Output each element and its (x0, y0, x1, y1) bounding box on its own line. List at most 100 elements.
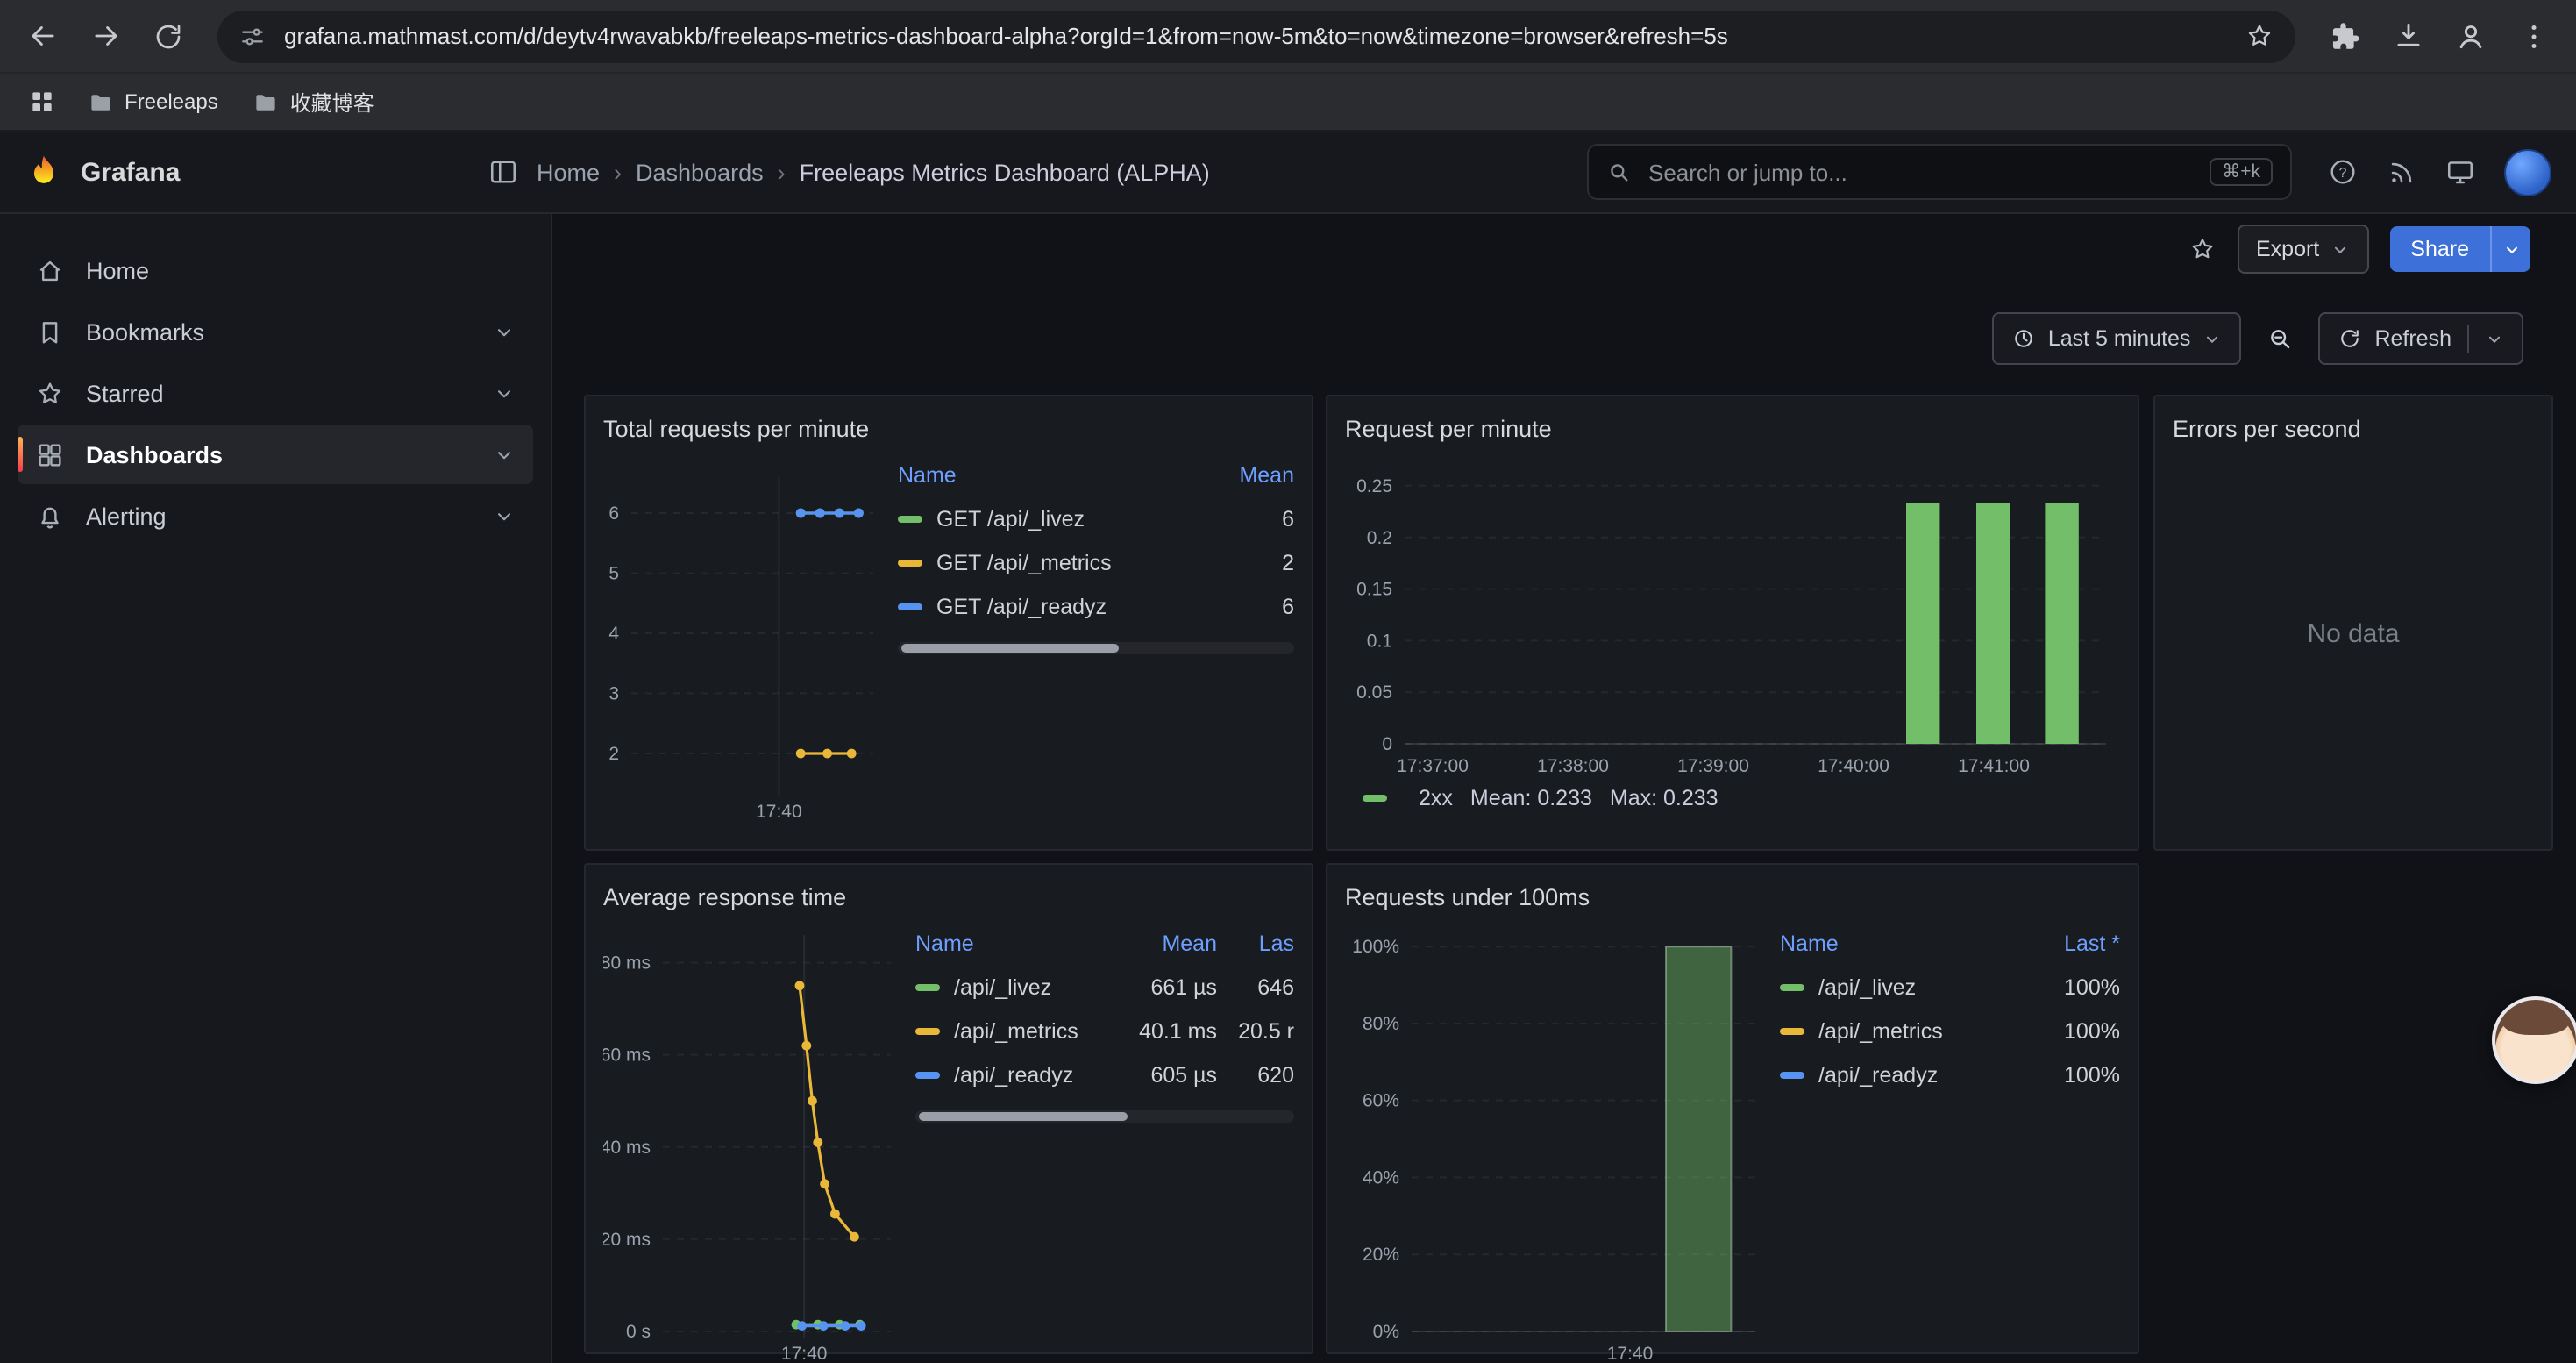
time-controls: Last 5 minutes Refresh (1992, 312, 2523, 365)
sidebar-item-dashboards[interactable]: Dashboards (18, 425, 533, 484)
search-box[interactable]: ⌘+k (1587, 144, 2292, 200)
panel-avg-response-time: Average response time 80 ms60 ms40 ms20 … (584, 863, 1313, 1354)
sidebar-item-bookmarks[interactable]: Bookmarks (18, 302, 533, 361)
legend-header[interactable]: Last * (2015, 931, 2120, 955)
breadcrumb-dashboards[interactable]: Dashboards (614, 159, 764, 185)
favorite-dashboard-button[interactable] (2188, 235, 2216, 263)
panel-title[interactable]: Average response time (603, 875, 1294, 917)
y-tick-label: 0.25 (1356, 476, 1392, 496)
series-name[interactable]: /api/_readyz (1818, 1062, 1938, 1087)
url-input[interactable] (281, 21, 2231, 51)
share-label[interactable]: Share (2389, 226, 2490, 272)
zoom-out-button[interactable] (2255, 314, 2304, 363)
sidebar-item-alerting[interactable]: Alerting (18, 486, 533, 546)
refresh-control[interactable]: Refresh (2318, 312, 2523, 365)
series-point (813, 1138, 822, 1147)
legend-header[interactable]: Name (898, 462, 1182, 487)
browser-menu-button[interactable] (2506, 8, 2562, 64)
help-button[interactable]: ? (2327, 156, 2359, 188)
downloads-button[interactable] (2380, 8, 2436, 64)
search-input[interactable] (1645, 157, 2195, 187)
series-name[interactable]: GET /api/_livez (936, 506, 1085, 531)
rss-icon (2387, 157, 2416, 187)
y-tick-label: 80 ms (603, 953, 651, 974)
chevron-down-icon[interactable] (493, 382, 516, 404)
legend-row: GET /api/_readyz6 (898, 584, 1294, 628)
legend-header[interactable]: Mean (1189, 462, 1294, 487)
x-tick-label: 17:40:00 (1818, 756, 1889, 776)
total-requests-chart[interactable]: 6543217:40 (603, 449, 884, 828)
legend-header[interactable]: Las (1224, 931, 1294, 955)
site-settings-icon[interactable] (238, 22, 267, 50)
series-color-dash (1780, 1071, 1804, 1078)
legend-inline: 2xx Mean: 0.233 Max: 0.233 (1345, 786, 2120, 810)
chevron-down-icon[interactable] (2485, 329, 2504, 348)
series-name[interactable]: /api/_livez (954, 974, 1051, 999)
requests-per-minute-chart[interactable]: 0.250.20.150.10.05017:37:0017:38:0017:39… (1345, 449, 2117, 782)
series-color-dash (1780, 1027, 1804, 1034)
panel-title[interactable]: Errors per second (2173, 407, 2534, 449)
legend-header[interactable]: Name (915, 931, 1112, 955)
legend-table: NameLast */api/_livez100%/api/_metrics10… (1780, 917, 2120, 1363)
bar (2045, 503, 2078, 744)
series-name[interactable]: GET /api/_readyz (936, 594, 1107, 618)
y-tick-label: 3 (608, 683, 619, 703)
series-color-dash (898, 559, 922, 566)
series-name[interactable]: /api/_metrics (1818, 1018, 1943, 1043)
browser-profile-button[interactable] (2443, 8, 2499, 64)
legend-scrollbar[interactable] (915, 1110, 1294, 1123)
series-name[interactable]: /api/_readyz (954, 1062, 1073, 1087)
panel-title[interactable]: Request per minute (1345, 407, 2120, 449)
url-bar[interactable] (217, 10, 2295, 62)
y-tick-label: 4 (608, 624, 619, 644)
export-button[interactable]: Export (2237, 225, 2368, 274)
bookmark-item-blogs[interactable]: 收藏博客 (239, 82, 388, 122)
panel-title[interactable]: Requests under 100ms (1345, 875, 2120, 917)
series-name[interactable]: /api/_livez (1818, 974, 1916, 999)
chevron-down-icon[interactable] (493, 320, 516, 343)
apps-grid-button[interactable] (18, 79, 67, 125)
sidebar-item-home[interactable]: Home (18, 240, 533, 300)
news-button[interactable] (2387, 157, 2416, 187)
series-name[interactable]: 2xx (1419, 786, 1453, 810)
legend-row: /api/_livez100% (1780, 965, 2120, 1009)
series-color-dash (915, 983, 940, 990)
user-avatar[interactable] (2504, 148, 2551, 196)
under-100ms-chart[interactable]: 100%80%60%40%20%0%17:40 (1345, 917, 1766, 1363)
chevron-down-icon[interactable] (493, 443, 516, 466)
legend-row: /api/_metrics40.1 ms20.5 r (915, 1009, 1294, 1053)
bookmark-item-freeleaps[interactable]: Freeleaps (74, 83, 232, 120)
breadcrumb-home[interactable]: Home (537, 159, 600, 185)
legend-header[interactable]: Mean (1119, 931, 1217, 955)
share-button[interactable]: Share (2389, 226, 2530, 272)
chevron-down-icon[interactable] (493, 504, 516, 527)
y-tick-label: 40 ms (603, 1138, 651, 1158)
legend-header[interactable]: Name (1780, 931, 2008, 955)
bell-icon (35, 501, 65, 531)
extensions-button[interactable] (2316, 8, 2373, 64)
time-range-picker[interactable]: Last 5 minutes (1992, 312, 2242, 365)
grafana-logo[interactable] (25, 153, 63, 191)
back-button[interactable] (14, 8, 70, 64)
legend-scrollbar[interactable] (898, 642, 1294, 654)
sidebar-item-starred[interactable]: Starred (18, 363, 533, 423)
sidebar-toggle-button[interactable] (487, 156, 519, 188)
brand-name[interactable]: Grafana (81, 157, 180, 187)
avg-response-chart[interactable]: 80 ms60 ms40 ms20 ms0 s17:40 (603, 917, 901, 1363)
bookmark-star-icon[interactable] (2245, 21, 2274, 51)
series-point (854, 509, 864, 518)
panel-errors-per-second: Errors per second No data (2153, 395, 2553, 851)
x-tick-label: 17:41:00 (1958, 756, 2030, 776)
series-name[interactable]: GET /api/_metrics (936, 550, 1112, 574)
series-name[interactable]: /api/_metrics (954, 1018, 1078, 1043)
assistant-avatar[interactable] (2492, 996, 2576, 1084)
reload-button[interactable] (140, 8, 196, 64)
display-button[interactable] (2444, 156, 2476, 188)
bookmarks-bar: Freeleaps 收藏博客 (0, 72, 2576, 132)
forward-button[interactable] (77, 8, 133, 64)
share-menu-button[interactable] (2490, 226, 2530, 272)
series-point (857, 1321, 866, 1331)
legend-header-row: Name Mean (898, 453, 1294, 496)
y-tick-label: 2 (608, 744, 619, 764)
panel-title[interactable]: Total requests per minute (603, 407, 1294, 449)
